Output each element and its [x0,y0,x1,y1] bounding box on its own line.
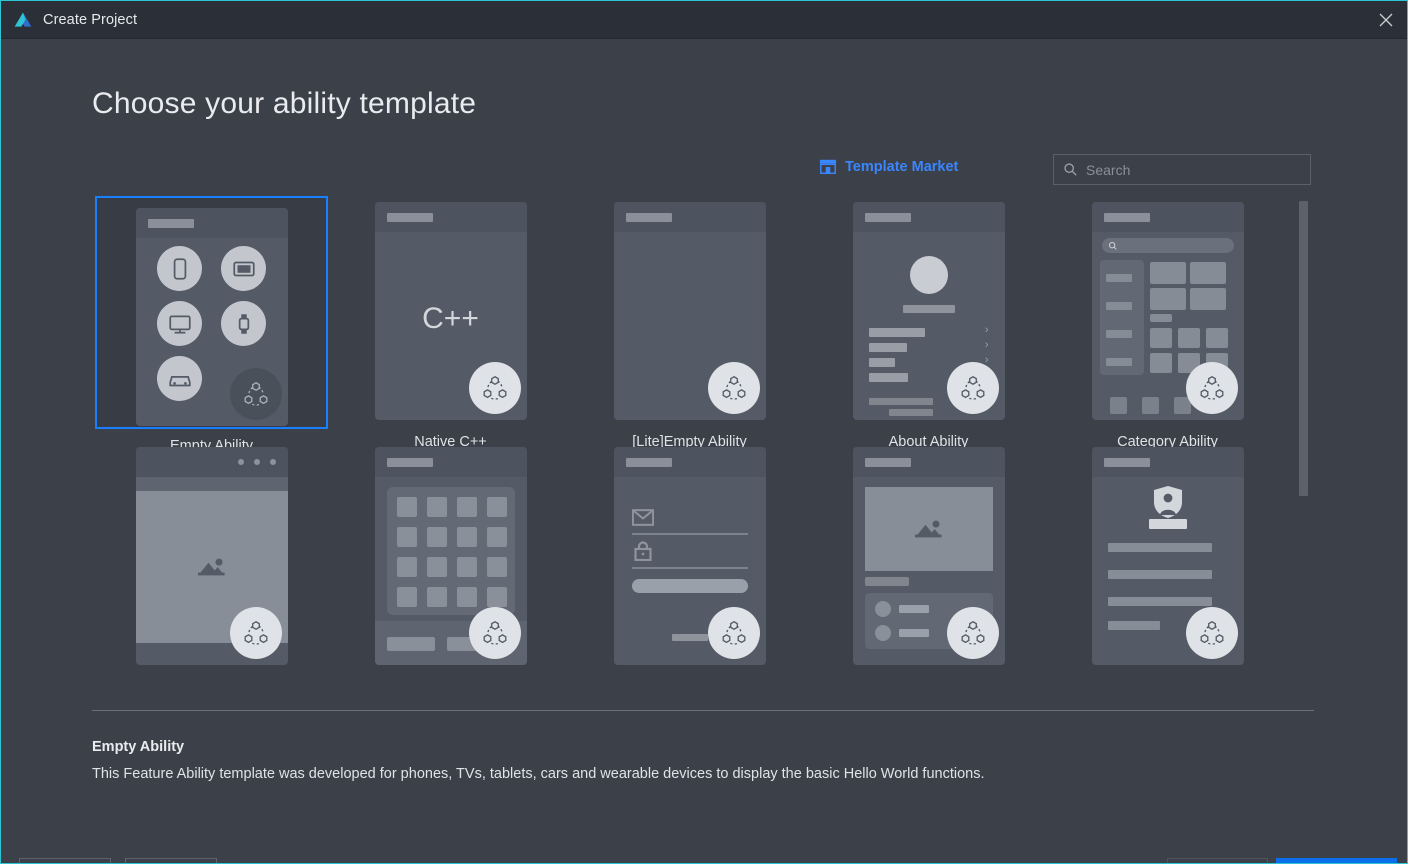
tv-icon [157,301,202,346]
scrollbar-thumb[interactable] [1299,201,1308,496]
car-icon [157,356,202,401]
harmony-badge-icon [229,368,282,420]
search-icon [1064,163,1077,176]
template-grid: Empty Ability C++ Native C++ [Lite]Empty… [92,196,1314,706]
cpp-glyph: C++ [422,302,479,335]
search-icon [1108,241,1117,250]
image-icon [197,558,225,576]
thumbnail-art: › › › › [852,202,1005,420]
template-thumbnail-profile-ability[interactable] [1052,441,1284,671]
deveco-logo-icon [14,12,32,27]
template-card[interactable]: [Lite]Empty Ability [570,196,809,450]
thumb-header [852,202,1005,232]
thumbnail-art: C++ [374,202,527,420]
avatar-name-placeholder [902,305,955,313]
thumb-header [374,447,527,477]
mail-icon [631,509,654,531]
dialog-body: Choose your ability template Template Ma… [1,39,1407,863]
template-thumbnail-category-ability[interactable] [1052,196,1284,426]
thumb-header [613,202,766,232]
template-thumbnail-keypad-ability[interactable] [335,441,567,671]
thumb-header [374,202,527,232]
harmony-badge-icon [468,607,521,659]
template-thumbnail-media-ability[interactable] [96,441,328,671]
thumb-header [1091,202,1244,232]
search-input[interactable] [1078,155,1310,184]
image-placeholder [864,487,993,571]
category-sidebar [1099,260,1144,375]
template-card[interactable]: C++ Native C++ [331,196,570,450]
tablet-icon [221,246,266,291]
template-card[interactable] [331,441,570,686]
window-title: Create Project [43,11,138,28]
thumbnail-art [374,447,527,665]
keypad-grid [386,487,515,615]
template-grid-scrollbar[interactable] [1299,201,1308,701]
template-card[interactable]: Category Ability [1048,196,1287,450]
lock-icon [633,541,652,566]
thumbnail-art [135,447,288,665]
window-dot-icon [237,459,244,465]
window-dot-icon [253,459,260,465]
profile-name-placeholder [1148,519,1187,529]
window-dot-icon [269,459,276,465]
harmony-badge-icon [946,607,999,659]
harmony-badge-icon [707,362,760,414]
template-market-link[interactable]: Template Market [819,158,958,176]
previous-button[interactable]: 上一步 (P) [1167,858,1268,863]
thumb-header [1091,447,1244,477]
thumbnail-art [613,202,766,420]
selected-template-title: Empty Ability [92,739,185,755]
template-thumbnail-lite-empty-ability[interactable] [574,196,806,426]
divider [92,710,1314,711]
image-icon [914,520,942,538]
thumbnail-art [613,447,766,665]
selected-template-description: This Feature Ability template was develo… [92,766,985,782]
search-bar-mock [1101,238,1234,253]
template-card[interactable] [809,441,1048,686]
template-card[interactable] [1048,441,1287,686]
harmony-badge-icon [946,362,999,414]
close-glyph [1379,13,1393,26]
create-project-dialog: Create Project Choose your ability templ… [0,0,1408,864]
watch-icon [221,301,266,346]
dialog-footer: 帮助 取消 (C) 上一步 (P) 下一步 (N) [1,817,1407,863]
cancel-button[interactable]: 取消 (C) [125,858,217,863]
template-thumbnail-empty-ability[interactable] [95,196,328,429]
phone-icon [157,246,202,291]
close-icon[interactable] [1363,1,1407,38]
avatar [909,256,948,294]
template-card[interactable] [92,441,331,686]
thumb-header [852,447,1005,477]
template-card[interactable]: Empty Ability [92,196,331,454]
title-bar: Create Project [1,1,1407,39]
thumbnail-art [135,208,288,426]
harmony-badge-icon [707,607,760,659]
template-card[interactable] [570,441,809,686]
template-card[interactable]: › › › › [809,196,1048,450]
template-thumbnail-about-ability[interactable]: › › › › [813,196,1045,426]
login-button-mock [631,579,748,593]
harmony-badge-icon [229,607,282,659]
template-thumbnail-login-ability[interactable] [574,441,806,671]
thumb-header [135,447,288,477]
shield-user-icon [1153,486,1182,518]
harmony-badge-icon [1185,362,1238,414]
harmony-badge-icon [468,362,521,414]
search-box[interactable] [1053,154,1311,185]
page-title: Choose your ability template [92,87,477,120]
next-button[interactable]: 下一步 (N) [1276,858,1397,863]
thumb-header [135,208,288,238]
template-market-label: Template Market [845,159,959,175]
thumbnail-art [852,447,1005,665]
thumb-header [613,447,766,477]
store-icon [819,159,837,175]
template-thumbnail-feed-ability[interactable] [813,441,1045,671]
template-thumbnail-native-cpp[interactable]: C++ [335,196,567,426]
help-button[interactable]: 帮助 [19,858,111,863]
thumbnail-art [1091,202,1244,420]
thumbnail-art [1091,447,1244,665]
harmony-badge-icon [1185,607,1238,659]
